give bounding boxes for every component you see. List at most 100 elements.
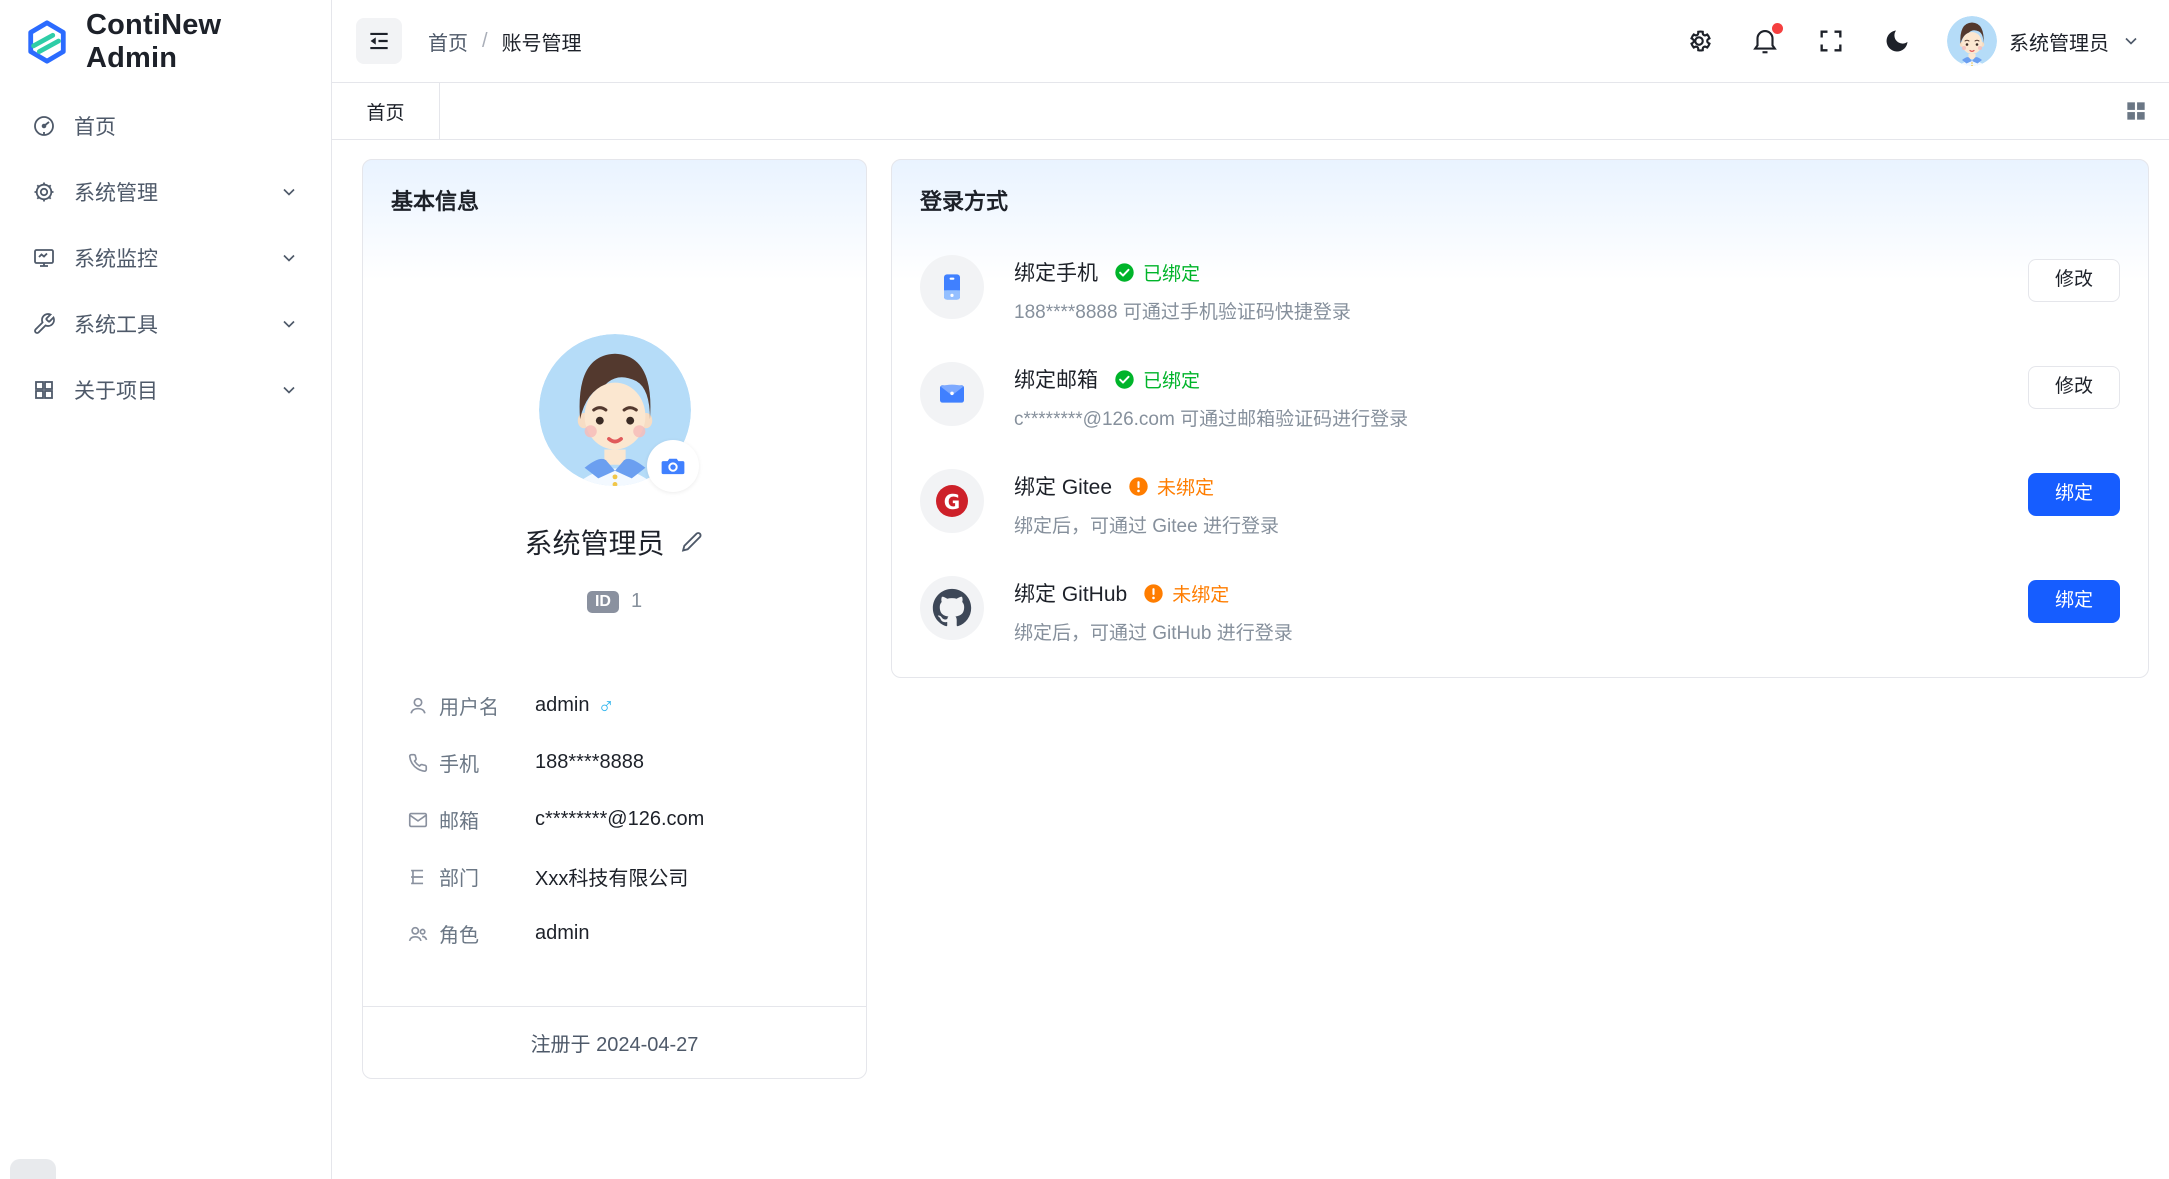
- fullscreen-icon: [1817, 27, 1845, 55]
- login-method-title: 绑定邮箱: [1014, 364, 1098, 394]
- main-area: 首页 / 账号管理: [332, 0, 2169, 1179]
- chevron-down-icon: [279, 314, 299, 334]
- top-header: 首页 / 账号管理: [332, 0, 2169, 83]
- login-method-title: 绑定 Gitee: [1014, 471, 1112, 501]
- login-method-desc: 绑定后，可通过 Gitee 进行登录: [1014, 511, 1998, 538]
- fullscreen-button[interactable]: [1815, 25, 1847, 57]
- login-method-gitee: G 绑定 Gitee 未绑定 绑定后，可通过 Gitee: [920, 469, 2120, 538]
- field-username: 用户名 admin ♂: [407, 677, 866, 734]
- card-title: 基本信息: [363, 160, 866, 216]
- male-icon: ♂: [597, 694, 614, 717]
- sidebar-item-label: 关于项目: [74, 375, 261, 405]
- sidebar-item-label: 系统管理: [74, 177, 261, 207]
- check-circle-icon: [1114, 262, 1135, 283]
- user-id-row: ID 1: [363, 590, 866, 613]
- mail-app-icon: [920, 362, 984, 426]
- logo-icon: [24, 19, 70, 65]
- status-badge: 未绑定: [1172, 580, 1229, 607]
- moon-icon: [1883, 27, 1911, 55]
- tab-grid-icon[interactable]: [2123, 98, 2149, 124]
- field-phone: 手机 188****8888: [407, 734, 866, 791]
- sidebar-item-system-tools[interactable]: 系统工具: [12, 293, 319, 355]
- user-name: 系统管理员: [2009, 27, 2109, 56]
- tab-bar: 首页: [332, 83, 2169, 140]
- field-label: 部门: [439, 862, 479, 891]
- sidebar: ContiNew Admin 首页 系: [0, 0, 332, 1179]
- chevron-down-icon: [279, 380, 299, 400]
- edit-name-button[interactable]: [679, 529, 705, 555]
- field-value: admin: [535, 922, 589, 945]
- sidebar-menu: 首页 系统管理: [0, 83, 331, 433]
- bind-gitee-button[interactable]: 绑定: [2028, 473, 2120, 516]
- user-menu[interactable]: 系统管理员: [1947, 16, 2141, 66]
- github-icon: [920, 576, 984, 640]
- tab-label: 首页: [366, 98, 404, 125]
- header-actions: 系统管理员: [1683, 16, 2141, 66]
- tab-home[interactable]: 首页: [332, 83, 440, 139]
- chevron-down-icon: [2121, 31, 2141, 51]
- login-method-desc: c********@126.com 可通过邮箱验证码进行登录: [1014, 404, 1998, 431]
- menu-fold-icon: [366, 28, 392, 54]
- gitee-icon: G: [920, 469, 984, 533]
- user-icon: [407, 695, 429, 717]
- menu-fold-button[interactable]: [356, 18, 402, 64]
- pencil-icon: [679, 529, 705, 555]
- wrench-icon: [32, 312, 56, 336]
- settings-icon: [32, 180, 56, 204]
- avatar-upload: [539, 334, 691, 486]
- apps-icon: [32, 378, 56, 402]
- field-department: 部门 Xxx科技有限公司: [407, 848, 866, 905]
- login-method-title: 绑定手机: [1014, 257, 1098, 287]
- modify-phone-button[interactable]: 修改: [2028, 259, 2120, 302]
- login-method-github: 绑定 GitHub 未绑定 绑定后，可通过 GitHub 进行登录 绑定: [920, 576, 2120, 645]
- login-method-title: 绑定 GitHub: [1014, 578, 1127, 608]
- field-label: 邮箱: [439, 805, 479, 834]
- id-badge: ID: [587, 591, 619, 613]
- tab-bar-actions: [2123, 83, 2169, 139]
- field-role: 角色 admin: [407, 905, 866, 962]
- bind-github-button[interactable]: 绑定: [2028, 580, 2120, 623]
- svg-text:G: G: [944, 490, 960, 514]
- app-title: ContiNew Admin: [86, 9, 307, 75]
- sidebar-item-label: 系统工具: [74, 309, 261, 339]
- dark-mode-button[interactable]: [1881, 25, 1913, 57]
- breadcrumb-home[interactable]: 首页: [428, 27, 468, 56]
- id-value: 1: [631, 590, 642, 613]
- app-window: ContiNew Admin 首页 系: [0, 0, 2169, 1179]
- page-content: 基本信息 系统管理员: [332, 140, 2169, 1179]
- notification-badge: [1772, 23, 1783, 34]
- sidebar-item-system-management[interactable]: 系统管理: [12, 161, 319, 223]
- modify-email-button[interactable]: 修改: [2028, 366, 2120, 409]
- change-avatar-button[interactable]: [647, 440, 699, 492]
- login-method-list: 绑定手机 已绑定 188****8888 可通过手机验证码快捷登录 修改: [892, 216, 2148, 645]
- field-value: c********@126.com: [535, 808, 704, 831]
- tree-icon: [407, 866, 429, 888]
- sidebar-item-system-monitor[interactable]: 系统监控: [12, 227, 319, 289]
- status-badge: 已绑定: [1143, 366, 1200, 393]
- sidebar-item-home[interactable]: 首页: [12, 95, 319, 157]
- mail-icon: [407, 809, 429, 831]
- field-value: 188****8888: [535, 751, 644, 774]
- dashboard-icon: [32, 114, 56, 138]
- field-email: 邮箱 c********@126.com: [407, 791, 866, 848]
- sidebar-bottom-button[interactable]: [10, 1159, 56, 1179]
- notifications-button[interactable]: [1749, 25, 1781, 57]
- monitor-icon: [32, 246, 56, 270]
- login-method-phone: 绑定手机 已绑定 188****8888 可通过手机验证码快捷登录 修改: [920, 255, 2120, 324]
- users-icon: [407, 923, 429, 945]
- sidebar-item-label: 首页: [74, 111, 299, 141]
- exclamation-circle-icon: [1128, 476, 1149, 497]
- field-label: 用户名: [439, 691, 499, 720]
- avatar: [1947, 16, 1997, 66]
- sidebar-item-label: 系统监控: [74, 243, 261, 273]
- settings-button[interactable]: [1683, 25, 1715, 57]
- phone-app-icon: [920, 255, 984, 319]
- logo[interactable]: ContiNew Admin: [0, 0, 331, 83]
- field-value: Xxx科技有限公司: [535, 862, 688, 891]
- sidebar-item-about-project[interactable]: 关于项目: [12, 359, 319, 421]
- field-label: 手机: [439, 748, 479, 777]
- field-value: admin: [535, 694, 589, 717]
- camera-icon: [660, 453, 686, 479]
- card-title: 登录方式: [892, 160, 2148, 216]
- chevron-down-icon: [279, 182, 299, 202]
